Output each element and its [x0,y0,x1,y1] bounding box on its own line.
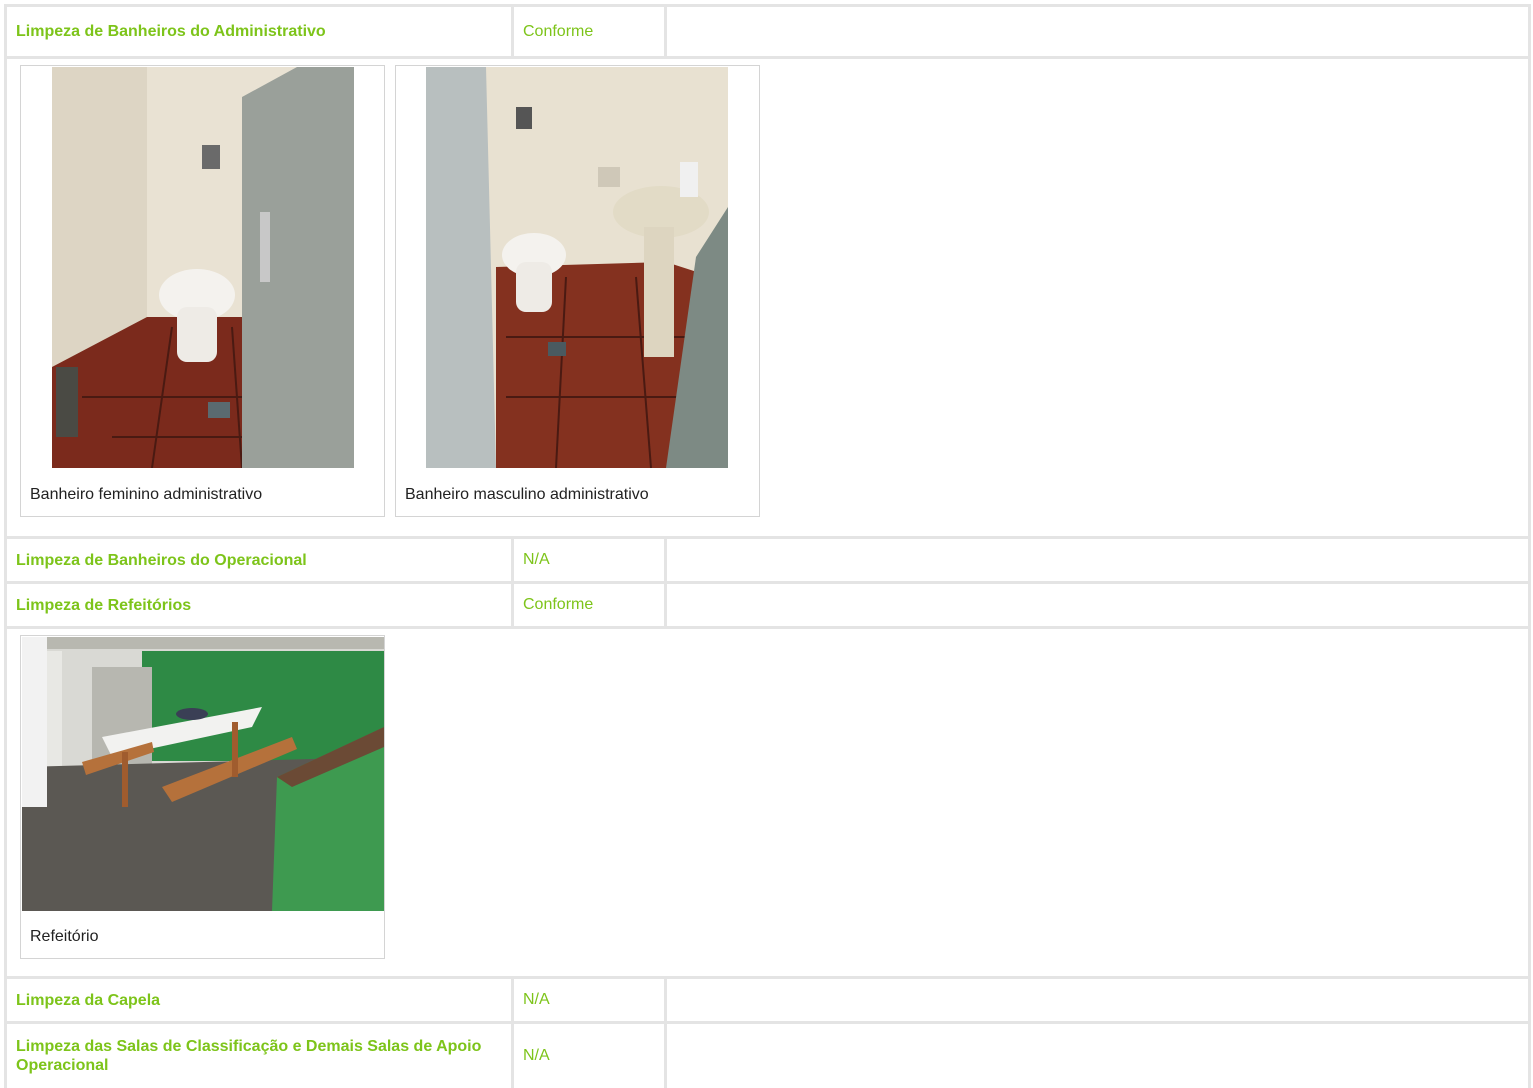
status-value: N/A [523,1047,550,1064]
status-value: N/A [523,551,550,568]
table-row: Limpeza das Salas de Classificação e Dem… [7,1024,1528,1088]
notes-cell [667,584,1528,626]
item-label-cell: Limpeza de Banheiros do Operacional [7,539,511,581]
item-label: Limpeza das Salas de Classificação e Dem… [16,1038,482,1074]
table-row: Limpeza da Capela N/A [7,979,1528,1021]
item-label-cell: Limpeza de Banheiros do Administrativo [7,7,511,56]
photo-caption: Refeitório [30,928,99,945]
table-row: Limpeza de Refeitórios Conforme [7,584,1528,626]
item-label-cell: Limpeza da Capela [7,979,511,1021]
status-value: Conforme [523,596,594,613]
inspection-table: Limpeza de Banheiros do Administrativo C… [4,4,1531,1088]
item-label: Limpeza de Refeitórios [16,596,192,614]
photo-row: Refeitório [7,629,1528,976]
item-label-cell: Limpeza das Salas de Classificação e Dem… [7,1024,511,1088]
bathroom-photo[interactable] [426,67,728,468]
status-cell: N/A [514,539,664,581]
item-label: Limpeza de Banheiros do Operacional [16,551,307,569]
photo-caption: Banheiro feminino administrativo [30,486,263,503]
photo-caption: Banheiro masculino administrativo [405,486,649,503]
status-cell: N/A [514,1024,664,1088]
photo-card[interactable]: Banheiro masculino administrativo [395,65,760,517]
notes-cell [667,7,1528,56]
photo-card[interactable]: Refeitório [20,635,385,959]
status-cell: Conforme [514,7,664,56]
item-label: Limpeza de Banheiros do Administrativo [16,23,326,40]
status-cell: Conforme [514,584,664,626]
photo-card[interactable]: Banheiro feminino administrativo [20,65,385,517]
status-cell: N/A [514,979,664,1021]
notes-cell [667,1024,1528,1088]
notes-cell [667,979,1528,1021]
bathroom-photo[interactable] [52,67,354,468]
table-row: Limpeza de Banheiros do Operacional N/A [7,539,1528,581]
table-row: Limpeza de Banheiros do Administrativo C… [7,7,1528,56]
status-value: Conforme [523,22,594,40]
status-value: N/A [523,991,550,1008]
cafeteria-photo[interactable] [22,637,384,911]
item-label-cell: Limpeza de Refeitórios [7,584,511,626]
photo-row: Banheiro feminino administrativo Banheir… [7,59,1528,536]
notes-cell [667,539,1528,581]
item-label: Limpeza da Capela [16,991,161,1009]
